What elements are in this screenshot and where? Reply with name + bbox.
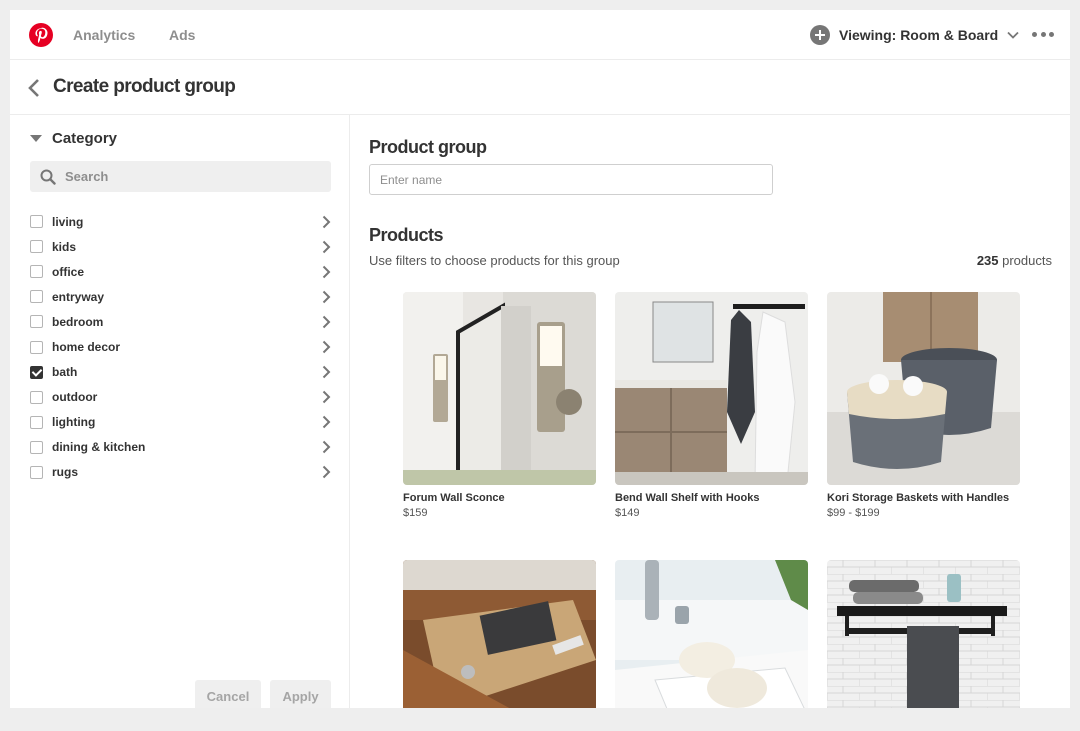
category-label: office [52, 264, 85, 279]
caret-down-icon[interactable] [30, 135, 42, 142]
chevron-right-icon[interactable] [322, 315, 331, 329]
category-checkbox[interactable] [30, 365, 43, 379]
category-label: entryway [52, 289, 105, 304]
chevron-down-icon[interactable] [1006, 28, 1020, 42]
plus-circle-icon[interactable] [810, 25, 830, 45]
account-switcher[interactable]: Viewing: Room & Board [810, 23, 1020, 47]
category-title: Category [52, 130, 118, 147]
category-item[interactable]: office [30, 259, 331, 284]
product-image-shelf[interactable] [615, 292, 808, 485]
category-label: lighting [52, 415, 96, 430]
products-count-number: 235 [976, 253, 999, 268]
category-checkbox[interactable] [30, 315, 43, 329]
product-image-baskets[interactable] [827, 292, 1020, 485]
chevron-right-icon[interactable] [322, 265, 331, 279]
product-card[interactable]: Kori Storage Baskets with Handles $99 - … [827, 292, 1020, 519]
category-toggle[interactable]: Category [30, 130, 117, 147]
category-checkbox[interactable] [30, 290, 43, 304]
nav-analytics[interactable]: Analytics [73, 27, 135, 43]
category-checkbox[interactable] [30, 215, 43, 229]
pinterest-logo-icon[interactable] [29, 23, 53, 47]
category-label: rugs [52, 465, 79, 480]
chevron-right-icon[interactable] [322, 415, 331, 429]
category-item[interactable]: lighting [30, 410, 331, 435]
product-price: $149 [615, 507, 640, 519]
more-options-icon[interactable] [1032, 26, 1054, 42]
app-window: Analytics Ads Viewing: Room & Board Crea… [10, 10, 1070, 708]
product-card[interactable]: Bend Wall Shelf with Hooks $149 [615, 292, 808, 519]
category-item[interactable]: kids [30, 234, 331, 259]
filter-sidebar: Category living kids office entryway bedroom… [10, 115, 350, 708]
product-group-title: Product group [369, 137, 487, 157]
chevron-right-icon[interactable] [322, 240, 331, 254]
top-nav: Analytics Ads Viewing: Room & Board [10, 10, 1070, 60]
chevron-right-icon[interactable] [322, 440, 331, 454]
category-list: living kids office entryway bedroom home deco… [30, 209, 331, 485]
category-checkbox[interactable] [30, 265, 43, 279]
apply-button[interactable]: Apply [270, 680, 331, 708]
search-icon [40, 169, 56, 185]
product-card[interactable] [403, 560, 596, 708]
category-checkbox[interactable] [30, 440, 43, 454]
products-count: 235 products [977, 253, 1052, 268]
product-card[interactable] [827, 560, 1020, 708]
category-checkbox[interactable] [30, 465, 43, 479]
cancel-button[interactable]: Cancel [195, 680, 261, 708]
product-image-soap[interactable] [615, 560, 808, 708]
category-label: bath [52, 365, 78, 380]
products-count-suffix: products [998, 253, 1052, 268]
category-item[interactable]: dining & kitchen [30, 435, 331, 460]
main-panel: Product group Products Use filters to ch… [351, 115, 1070, 708]
category-search[interactable] [30, 161, 331, 192]
category-item[interactable]: living [30, 209, 331, 234]
category-label: outdoor [52, 390, 98, 405]
chevron-right-icon[interactable] [322, 340, 331, 354]
category-item[interactable]: home decor [30, 334, 331, 359]
nav-ads[interactable]: Ads [169, 27, 195, 43]
product-name: Forum Wall Sconce [403, 492, 505, 504]
viewing-account-label[interactable]: Viewing: Room & Board [839, 27, 998, 43]
products-title: Products [369, 225, 444, 245]
category-item[interactable]: bath [30, 360, 331, 385]
product-image-sconce[interactable] [403, 292, 596, 485]
product-card[interactable] [615, 560, 808, 708]
category-label: home decor [52, 340, 121, 355]
chevron-right-icon[interactable] [322, 390, 331, 404]
category-checkbox[interactable] [30, 390, 43, 404]
category-item[interactable]: bedroom [30, 309, 331, 334]
category-label: dining & kitchen [52, 440, 146, 455]
category-label: bedroom [52, 314, 104, 329]
chevron-right-icon[interactable] [322, 215, 331, 229]
category-checkbox[interactable] [30, 340, 43, 354]
category-checkbox[interactable] [30, 240, 43, 254]
back-arrow-icon[interactable] [27, 78, 41, 98]
category-label: living [52, 214, 84, 229]
chevron-right-icon[interactable] [322, 365, 331, 379]
category-label: kids [52, 239, 77, 254]
product-price: $99 - $199 [827, 507, 880, 519]
page-header: Create product group [10, 61, 1070, 115]
page-title: Create product group [53, 76, 236, 97]
product-name: Kori Storage Baskets with Handles [827, 492, 1010, 504]
category-item[interactable]: entryway [30, 284, 331, 309]
category-item[interactable]: rugs [30, 460, 331, 485]
product-name: Bend Wall Shelf with Hooks [615, 492, 760, 504]
search-input[interactable] [65, 169, 305, 184]
category-item[interactable]: outdoor [30, 385, 331, 410]
chevron-right-icon[interactable] [322, 290, 331, 304]
products-subtitle: Use filters to choose products for this … [369, 253, 620, 268]
product-card[interactable]: Forum Wall Sconce $159 [403, 292, 596, 519]
group-name-input[interactable] [369, 164, 773, 195]
category-checkbox[interactable] [30, 415, 43, 429]
chevron-right-icon[interactable] [322, 465, 331, 479]
product-image-towel-bar[interactable] [827, 560, 1020, 708]
product-price: $159 [403, 507, 428, 519]
product-image-drawer[interactable] [403, 560, 596, 708]
